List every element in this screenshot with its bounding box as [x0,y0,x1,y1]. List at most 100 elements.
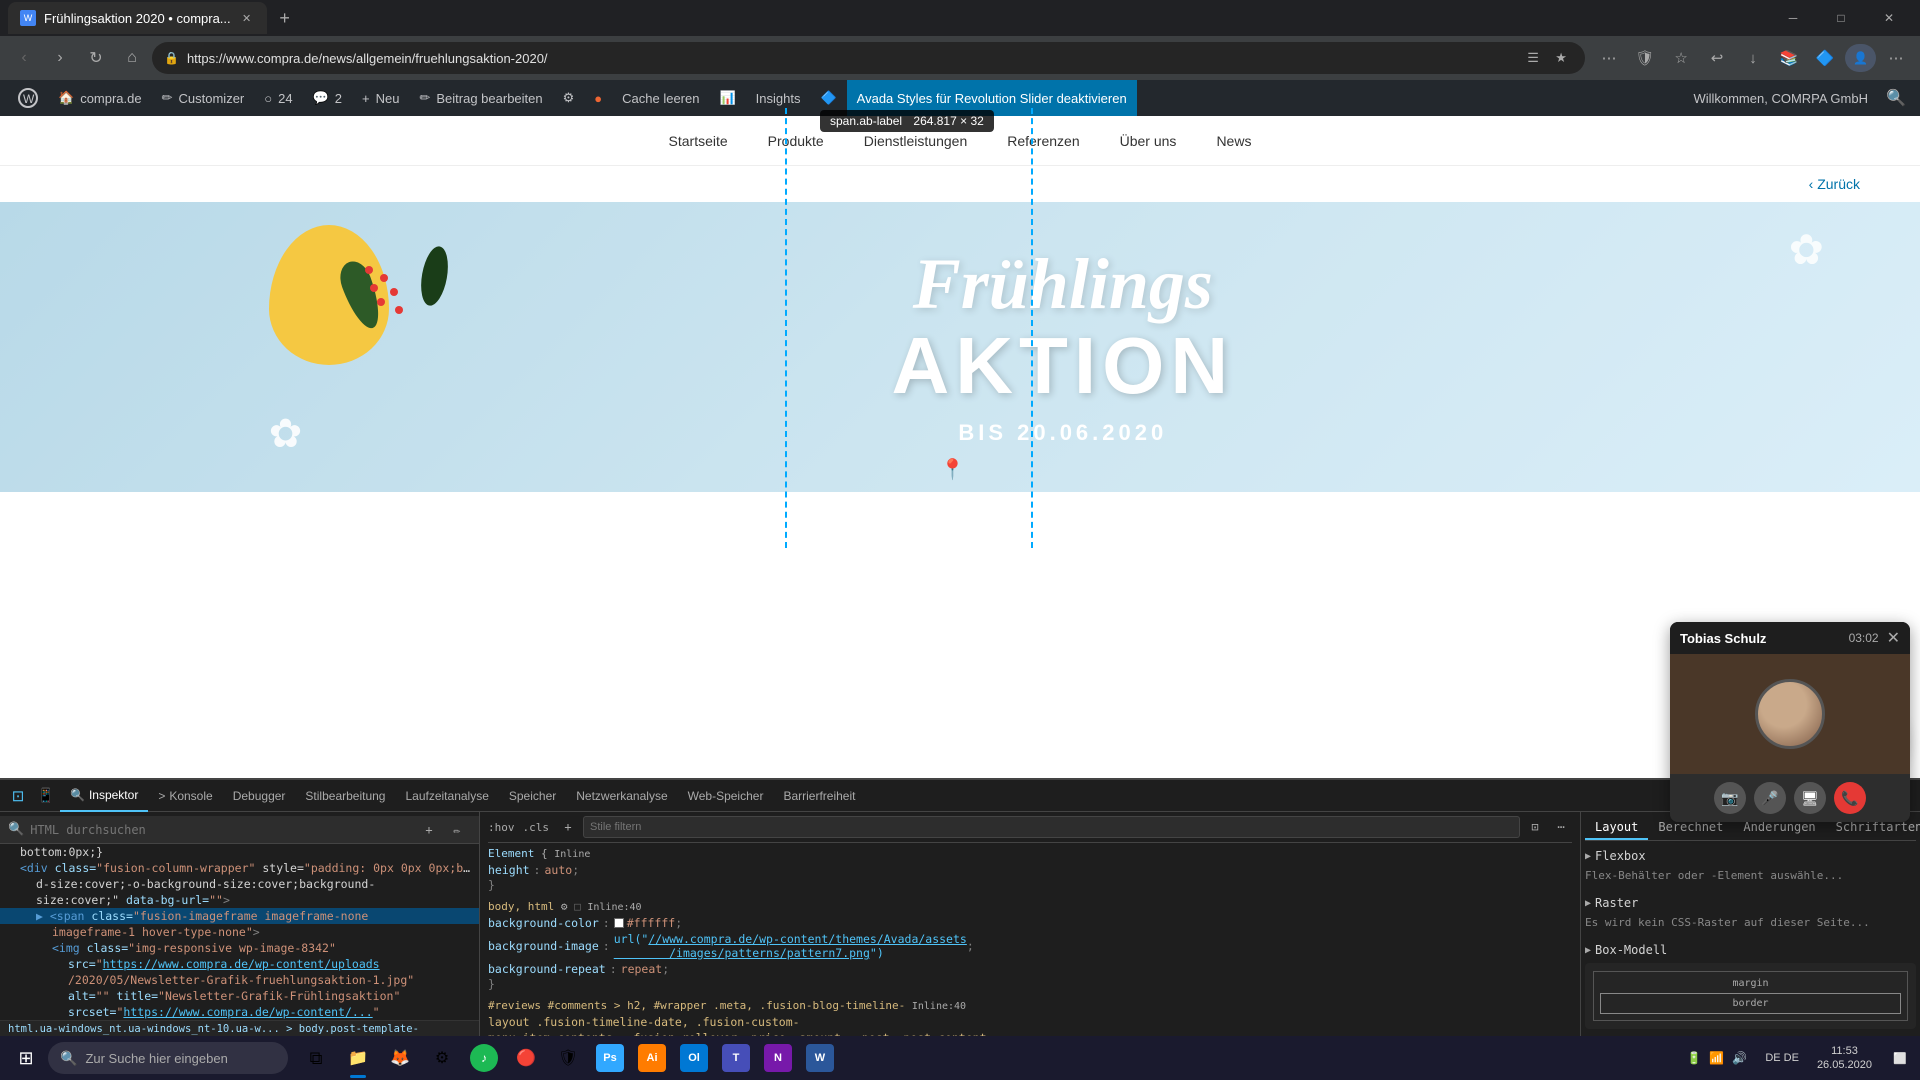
taskbar-app-outlook[interactable]: Ol [674,1036,714,1080]
devtools-tab-inspektor[interactable]: 🔍 Inspektor [60,780,148,812]
history-button[interactable]: ↩ [1701,42,1733,74]
wp-insights-item[interactable]: Insights [746,80,811,116]
favorites-button[interactable]: ☆ [1665,42,1697,74]
html-line-11[interactable]: srcset="https://www.compra.de/wp-content… [0,1004,479,1020]
devtools-tab-webspeicher[interactable]: Web-Speicher [678,780,774,812]
devtools-responsive-icon[interactable]: 📱 [32,782,60,810]
zuruck-link[interactable]: ‹ Zurück [1809,176,1860,192]
html-line-5[interactable]: ▶ <span class="fusion-imageframe imagefr… [0,908,479,924]
close-button[interactable]: ✕ [1866,2,1912,34]
taskbar-clock[interactable]: 11:53 26.05.2020 [1809,1044,1880,1073]
layout-tab-layout[interactable]: Layout [1585,816,1648,840]
tab-close-button[interactable]: ✕ [239,10,255,26]
taskbar-app-file-explorer[interactable]: 📁 [338,1036,378,1080]
extensions-button[interactable]: ⋯ [1593,42,1625,74]
html-line-2[interactable]: <div class="fusion-column-wrapper" style… [0,860,479,876]
nav-startseite[interactable]: Startseite [669,133,728,149]
taskbar-app-photoshop[interactable]: Ps [590,1036,630,1080]
wp-comments-item[interactable]: 💬 2 [303,80,352,116]
forward-button[interactable]: › [44,42,76,74]
styles-filter-icon[interactable]: ⊡ [1524,816,1546,838]
html-search-input[interactable] [30,823,415,837]
taskbar-search-bar[interactable]: 🔍 Zur Suche hier eingeben [48,1042,288,1074]
taskbar-app-red[interactable]: 🔴 [506,1036,546,1080]
show-desktop-button[interactable]: ⬜ [1884,1042,1916,1074]
taskbar-app-spotify[interactable]: ♪ [464,1036,504,1080]
html-line-3[interactable]: d-size:cover;-o-background-size:cover;ba… [0,876,479,892]
video-mute-button[interactable]: 📷 [1714,782,1746,814]
maximize-button[interactable]: □ [1818,2,1864,34]
styles-more-button[interactable]: ⋯ [1550,816,1572,838]
collections-button[interactable]: 📚 [1773,42,1805,74]
taskbar-app-firefox[interactable]: 🦊 [380,1036,420,1080]
wp-site-item[interactable]: 🏠 compra.de [48,80,152,116]
home-button[interactable]: ⌂ [116,42,148,74]
wp-dot-item[interactable]: ● [584,80,612,116]
back-button[interactable]: ‹ [8,42,40,74]
taskbar-app-onenote[interactable]: N [758,1036,798,1080]
taskbar-app-teams[interactable]: T [716,1036,756,1080]
video-call-panel[interactable]: Tobias Schulz 03:02 ✕ 📷 🎤 🖥 📞 [1670,622,1910,822]
video-call-close-button[interactable]: ✕ [1887,628,1900,648]
nav-ueber-uns[interactable]: Über uns [1120,133,1177,149]
devtools-tab-laufzeit[interactable]: Laufzeitanalyse [395,780,498,812]
wp-wpml-item[interactable]: ⚙ [553,80,585,116]
wp-cache-item[interactable]: Cache leeren [612,80,709,116]
html-add-node-button[interactable]: + [415,816,443,844]
nav-referenzen[interactable]: Referenzen [1007,133,1079,149]
video-screen-button[interactable]: 🖥 [1794,782,1826,814]
devtools-tab-barrierefreiheit[interactable]: Barrierfreiheit [773,780,865,812]
html-line-4[interactable]: size:cover;" data-bg-url=""> [0,892,479,908]
video-mic-button[interactable]: 🎤 [1754,782,1786,814]
color-swatch-white[interactable] [614,918,624,928]
start-button[interactable]: ⊞ [4,1036,48,1080]
devtools-tab-stilbearbeitung[interactable]: Stilbearbeitung [295,780,395,812]
reader-mode-button[interactable]: ☰ [1521,46,1545,70]
browser-ext-btn[interactable]: 🔷 [1809,42,1841,74]
wp-new-item[interactable]: + Neu [352,80,409,116]
shield-button[interactable]: 🛡 [1629,42,1661,74]
bookmark-button[interactable]: ★ [1549,46,1573,70]
downloads-button[interactable]: ↓ [1737,42,1769,74]
devtools-tab-speicher[interactable]: Speicher [499,780,566,812]
new-tab-button[interactable]: + [271,4,299,32]
html-line-1[interactable]: bottom:0px;} [0,844,479,860]
wp-logo-item[interactable]: W [8,80,48,116]
html-line-6[interactable]: imageframe-1 hover-type-none"> [0,924,479,940]
taskbar-app-task-view[interactable]: ⧉ [296,1036,336,1080]
wp-customizer-item[interactable]: ✏ Customizer [152,80,255,116]
devtools-tab-netzwerk[interactable]: Netzwerkanalyse [566,780,677,812]
devtools-tab-konsole[interactable]: > Konsole [148,780,222,812]
taskbar-app-shield[interactable]: 🛡 [548,1036,588,1080]
taskbar-app-settings[interactable]: ⚙ [422,1036,462,1080]
minimize-button[interactable]: ─ [1770,2,1816,34]
taskbar-app-illustrator[interactable]: Ai [632,1036,672,1080]
devtools-tab-debugger[interactable]: Debugger [223,780,296,812]
profile-button[interactable]: 👤 [1845,44,1876,72]
wp-updates-item[interactable]: ○ 24 [254,80,302,116]
layout-flexbox-header[interactable]: ▶ Flexbox [1585,847,1916,865]
taskbar-language[interactable]: DE DE [1759,1051,1805,1065]
nav-produkte[interactable]: Produkte [768,133,824,149]
taskbar-app-word[interactable]: W [800,1036,840,1080]
layout-raster-header[interactable]: ▶ Raster [1585,894,1916,912]
styles-filter-input[interactable] [583,816,1520,838]
html-line-7[interactable]: <img class="img-responsive wp-image-8342… [0,940,479,956]
wp-edit-post-item[interactable]: ✏ Beitrag bearbeiten [409,80,552,116]
html-line-8[interactable]: src="https://www.compra.de/wp-content/up… [0,956,479,972]
layout-boxmodel-header[interactable]: ▶ Box-Modell [1585,941,1916,959]
address-bar[interactable]: 🔒 https://www.compra.de/news/allgemein/f… [152,42,1585,74]
active-tab[interactable]: W Frühlingsaktion 2020 • compra... ✕ [8,2,267,34]
refresh-button[interactable]: ↻ [80,42,112,74]
html-edit-button[interactable]: ✏ [443,816,471,844]
wp-search-button[interactable]: 🔍 [1880,82,1912,114]
nav-dienstleistungen[interactable]: Dienstleistungen [864,133,968,149]
wp-insights-icon-item[interactable]: 📊 [709,80,745,116]
styles-add-button[interactable]: + [557,816,579,838]
html-line-9[interactable]: /2020/05/Newsletter-Grafik-fruehlungsakt… [0,972,479,988]
devtools-inspect-icon[interactable]: ⊡ [4,782,32,810]
settings-button[interactable]: ⋯ [1880,42,1912,74]
video-end-button[interactable]: 📞 [1834,782,1866,814]
nav-news[interactable]: News [1216,133,1251,149]
html-line-10[interactable]: alt="" title="Newsletter-Grafik-Frühling… [0,988,479,1004]
